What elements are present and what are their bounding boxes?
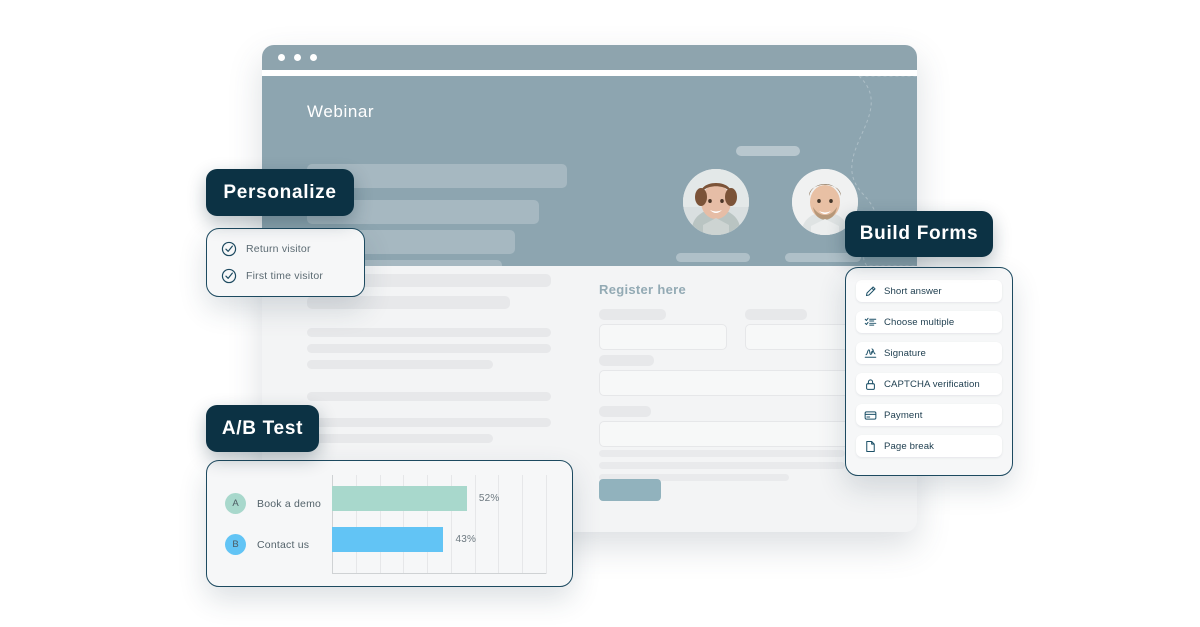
chart-bar-value-b: 43% — [455, 534, 477, 545]
chart-gridline — [522, 475, 524, 574]
skeleton-line — [307, 328, 551, 337]
pencil-icon — [864, 285, 877, 298]
speaker-label-bar-1 — [676, 253, 750, 262]
ab-variant-row-a: A Book a demo — [225, 493, 321, 514]
form-field-type-label: Short answer — [884, 285, 942, 297]
page-icon — [864, 440, 877, 453]
credit-card-icon — [864, 409, 877, 422]
form-field-type-signature[interactable]: Signature — [856, 342, 1002, 364]
personalize-option-label: First time visitor — [246, 270, 324, 282]
ab-variant-name-b: Contact us — [257, 538, 310, 551]
circle-check-icon — [221, 268, 237, 284]
chart-gridline — [546, 475, 547, 574]
build-forms-label-pill: Build Forms — [845, 211, 993, 257]
list-check-icon — [864, 316, 877, 329]
chart-bar-value-a: 52% — [478, 493, 500, 504]
form-field-type-label: Page break — [884, 440, 935, 452]
form-submit-button[interactable] — [599, 479, 661, 501]
skeleton-line — [307, 360, 493, 369]
window-dot-minimize[interactable] — [294, 54, 301, 61]
form-field-type-short-answer[interactable]: Short answer — [856, 280, 1002, 302]
form-input-company[interactable] — [599, 421, 877, 447]
form-field-type-label: Choose multiple — [884, 316, 955, 328]
ab-test-label-text: A/B Test — [221, 417, 304, 439]
window-dot-close[interactable] — [278, 54, 285, 61]
form-input-email[interactable] — [599, 370, 877, 396]
ab-test-card: A Book a demo B Contact us 52% 43% — [206, 460, 573, 587]
hero-tag-bar — [736, 146, 800, 156]
lock-icon — [864, 378, 877, 391]
form-consent-line — [599, 450, 845, 457]
form-field-label — [599, 309, 666, 320]
skeleton-line — [307, 344, 551, 353]
illustration-canvas: Webinar Register here Personalize Build … — [0, 0, 1200, 627]
personalize-label-text: Personalize — [223, 181, 337, 203]
personalize-option-return-visitor[interactable]: Return visitor — [221, 241, 364, 257]
form-field-type-choose-multiple[interactable]: Choose multiple — [856, 311, 1002, 333]
skeleton-line — [307, 296, 510, 309]
ab-variant-row-b: B Contact us — [225, 534, 309, 555]
chart-gridline — [498, 475, 500, 574]
form-field-type-label: Signature — [884, 347, 926, 359]
form-consent-line — [599, 462, 845, 469]
ab-bar-plot: 52% 43% — [332, 475, 547, 574]
build-forms-label-text: Build Forms — [859, 223, 979, 244]
personalize-label-pill: Personalize — [206, 169, 354, 216]
form-field-label — [599, 355, 654, 366]
skeleton-line — [307, 418, 551, 427]
chart-x-axis — [332, 573, 546, 574]
form-field-type-label: Payment — [884, 409, 923, 421]
window-dot-maximize[interactable] — [310, 54, 317, 61]
personalize-option-label: Return visitor — [246, 243, 311, 255]
form-field-label — [745, 309, 807, 320]
form-field-label — [599, 406, 651, 417]
build-forms-card: Short answer Choose multiple Signature C… — [845, 267, 1013, 476]
form-field-type-label: CAPTCHA verification — [884, 378, 980, 390]
form-field-type-captcha[interactable]: CAPTCHA verification — [856, 373, 1002, 395]
chart-bar-b — [332, 527, 444, 552]
ab-variant-badge-b: B — [225, 534, 246, 555]
form-field-type-page-break[interactable]: Page break — [856, 435, 1002, 457]
speaker-avatar-1 — [683, 169, 749, 235]
browser-titlebar — [262, 45, 917, 70]
hero-title: Webinar — [307, 102, 375, 121]
ab-test-label-pill: A/B Test — [206, 405, 319, 452]
signature-icon — [864, 347, 877, 360]
circle-check-icon — [221, 241, 237, 257]
ab-variant-name-a: Book a demo — [257, 497, 322, 510]
chart-gridline — [474, 475, 476, 574]
personalize-card: Return visitor First time visitor — [206, 228, 365, 297]
ab-variant-badge-a: A — [225, 493, 246, 514]
skeleton-line — [307, 434, 493, 443]
form-field-type-payment[interactable]: Payment — [856, 404, 1002, 426]
form-input-first-name[interactable] — [599, 324, 727, 350]
personalize-option-first-time-visitor[interactable]: First time visitor — [221, 268, 364, 284]
chart-bar-a — [332, 486, 467, 511]
register-form-title: Register here — [599, 282, 686, 297]
ab-test-chart: A Book a demo B Contact us 52% 43% — [207, 461, 572, 586]
skeleton-line — [307, 392, 551, 401]
